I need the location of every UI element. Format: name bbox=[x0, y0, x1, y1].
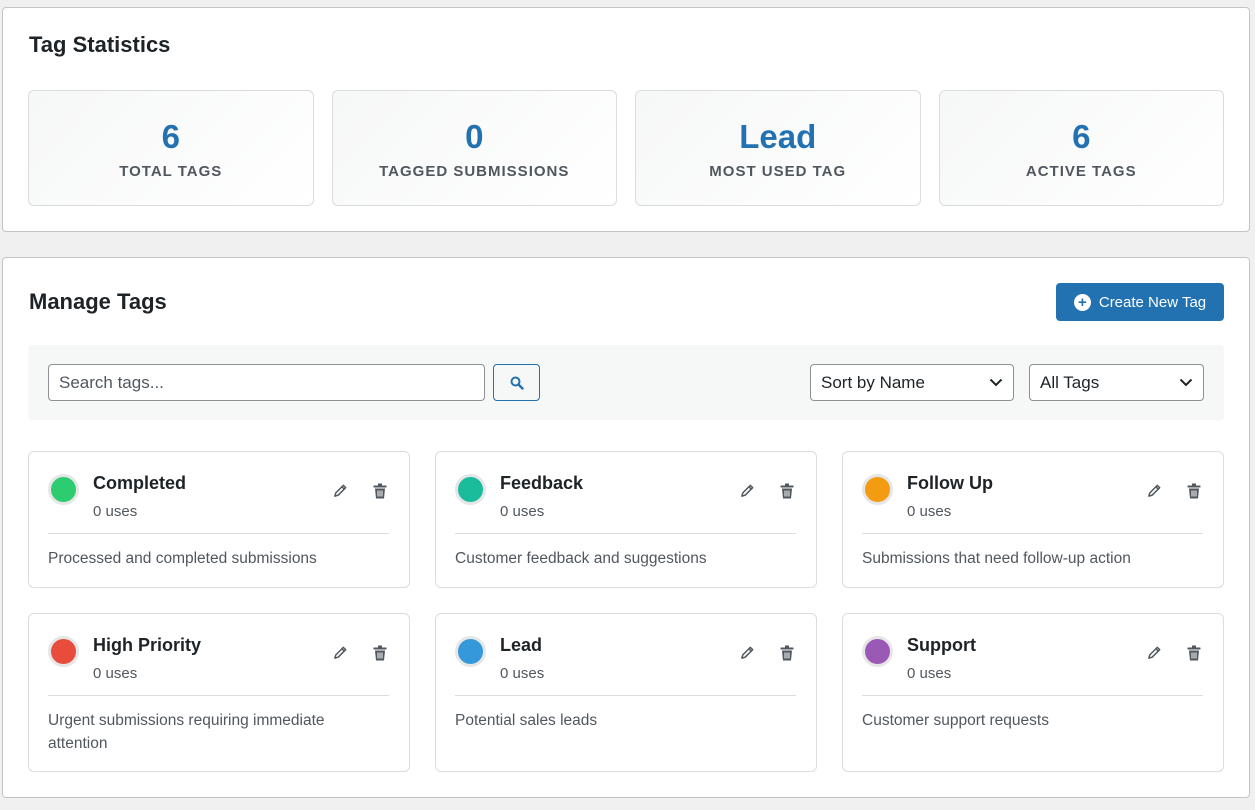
tag-description: Potential sales leads bbox=[455, 712, 598, 729]
tag-usage-count: 0 uses bbox=[907, 665, 952, 682]
filter-bar: Sort by Name All Tags bbox=[28, 345, 1224, 420]
tag-color-dot bbox=[455, 474, 486, 505]
tag-card: Follow Up 0 uses Submissions that need f… bbox=[842, 451, 1224, 588]
tag-name: Support bbox=[907, 635, 976, 655]
tag-color-dot bbox=[48, 474, 79, 505]
pencil-icon bbox=[1148, 484, 1161, 497]
stat-value: 6 bbox=[1072, 118, 1091, 155]
tag-actions bbox=[331, 481, 389, 500]
tag-usage-count: 0 uses bbox=[500, 503, 545, 520]
pencil-icon bbox=[1148, 646, 1161, 659]
pencil-icon bbox=[334, 646, 347, 659]
stat-card-most-used-tag: Lead MOST USED TAG bbox=[635, 90, 921, 206]
manage-tags-panel: Manage Tags + Create New Tag Sort by Nam… bbox=[2, 257, 1250, 798]
stat-label: MOST USED TAG bbox=[709, 163, 847, 180]
stat-label: TAGGED SUBMISSIONS bbox=[379, 163, 570, 180]
delete-tag-button[interactable] bbox=[370, 481, 389, 500]
search-input[interactable] bbox=[48, 364, 485, 401]
delete-tag-button[interactable] bbox=[1184, 643, 1203, 662]
search-button[interactable] bbox=[493, 364, 540, 401]
trash-icon bbox=[1187, 483, 1200, 498]
tag-card: Lead 0 uses Potential sales leads bbox=[435, 613, 817, 772]
tag-description: Processed and completed submissions bbox=[48, 550, 317, 567]
tags-grid: Completed 0 uses Processed and completed… bbox=[28, 451, 1224, 772]
sort-select[interactable]: Sort by Name bbox=[810, 364, 1014, 401]
tag-color-dot bbox=[48, 636, 79, 667]
trash-icon bbox=[373, 483, 386, 498]
trash-icon bbox=[780, 645, 793, 660]
tag-color-dot bbox=[455, 636, 486, 667]
manage-tags-title: Manage Tags bbox=[29, 289, 167, 314]
delete-tag-button[interactable] bbox=[777, 643, 796, 662]
pencil-icon bbox=[741, 484, 754, 497]
divider bbox=[455, 695, 796, 696]
tag-card: Feedback 0 uses Customer feedback and su… bbox=[435, 451, 817, 588]
tag-actions bbox=[738, 643, 796, 662]
tag-usage-count: 0 uses bbox=[93, 503, 138, 520]
edit-tag-button[interactable] bbox=[1145, 481, 1164, 500]
divider bbox=[862, 533, 1203, 534]
divider bbox=[48, 533, 389, 534]
tag-actions bbox=[1145, 643, 1203, 662]
tag-card: Completed 0 uses Processed and completed… bbox=[28, 451, 410, 588]
tag-name: High Priority bbox=[93, 635, 202, 655]
search-icon bbox=[510, 376, 524, 390]
pencil-icon bbox=[334, 484, 347, 497]
plus-circle-icon: + bbox=[1073, 293, 1091, 311]
delete-tag-button[interactable] bbox=[370, 643, 389, 662]
stat-card-tagged-submissions: 0 TAGGED SUBMISSIONS bbox=[331, 90, 617, 206]
stat-card-total-tags: 6 TOTAL TAGS bbox=[28, 90, 314, 206]
create-new-tag-label: Create New Tag bbox=[1098, 293, 1207, 311]
tag-description: Submissions that need follow-up action bbox=[862, 550, 1131, 567]
pencil-icon bbox=[741, 646, 754, 659]
chevron-down-icon bbox=[1179, 378, 1193, 387]
delete-tag-button[interactable] bbox=[1184, 481, 1203, 500]
tag-name: Completed bbox=[93, 473, 187, 493]
stat-value: 0 bbox=[465, 118, 484, 155]
tag-card: High Priority 0 uses Urgent submissions … bbox=[28, 613, 410, 772]
trash-icon bbox=[780, 483, 793, 498]
stat-label: TOTAL TAGS bbox=[119, 163, 223, 180]
delete-tag-button[interactable] bbox=[777, 481, 796, 500]
stat-card-active-tags: 6 ACTIVE TAGS bbox=[938, 90, 1224, 206]
trash-icon bbox=[373, 645, 386, 660]
sort-selected-value: Sort by Name bbox=[821, 372, 925, 392]
tag-description: Customer feedback and suggestions bbox=[455, 550, 707, 567]
tag-name: Follow Up bbox=[907, 473, 993, 493]
tag-card: Support 0 uses Customer support requests bbox=[842, 613, 1224, 772]
edit-tag-button[interactable] bbox=[738, 643, 757, 662]
stat-cards: 6 TOTAL TAGS 0 TAGGED SUBMISSIONS Lead M… bbox=[28, 90, 1224, 206]
tag-description: Urgent submissions requiring immediate a… bbox=[48, 712, 325, 752]
edit-tag-button[interactable] bbox=[331, 481, 350, 500]
tag-actions bbox=[738, 481, 796, 500]
tag-statistics-panel: Tag Statistics 6 TOTAL TAGS 0 TAGGED SUB… bbox=[2, 7, 1250, 232]
edit-tag-button[interactable] bbox=[331, 643, 350, 662]
stat-value: Lead bbox=[739, 118, 817, 155]
tag-description: Customer support requests bbox=[862, 712, 1049, 729]
edit-tag-button[interactable] bbox=[738, 481, 757, 500]
create-new-tag-button[interactable]: + Create New Tag bbox=[1056, 283, 1224, 321]
tag-name: Lead bbox=[500, 635, 543, 655]
tag-actions bbox=[1145, 481, 1203, 500]
divider bbox=[862, 695, 1203, 696]
tag-color-dot bbox=[862, 474, 893, 505]
tag-name: Feedback bbox=[500, 473, 584, 493]
tag-usage-count: 0 uses bbox=[907, 503, 952, 520]
tag-actions bbox=[331, 643, 389, 662]
trash-icon bbox=[1187, 645, 1200, 660]
edit-tag-button[interactable] bbox=[1145, 643, 1164, 662]
divider bbox=[48, 695, 389, 696]
tag-usage-count: 0 uses bbox=[93, 665, 138, 682]
tag-usage-count: 0 uses bbox=[500, 665, 545, 682]
tag-filter-select[interactable]: All Tags bbox=[1029, 364, 1204, 401]
stat-value: 6 bbox=[161, 118, 180, 155]
divider bbox=[455, 533, 796, 534]
chevron-down-icon bbox=[989, 378, 1003, 387]
filter-selected-value: All Tags bbox=[1040, 372, 1100, 392]
tag-color-dot bbox=[862, 636, 893, 667]
stat-label: ACTIVE TAGS bbox=[1025, 163, 1137, 180]
tag-statistics-title: Tag Statistics bbox=[29, 32, 171, 57]
